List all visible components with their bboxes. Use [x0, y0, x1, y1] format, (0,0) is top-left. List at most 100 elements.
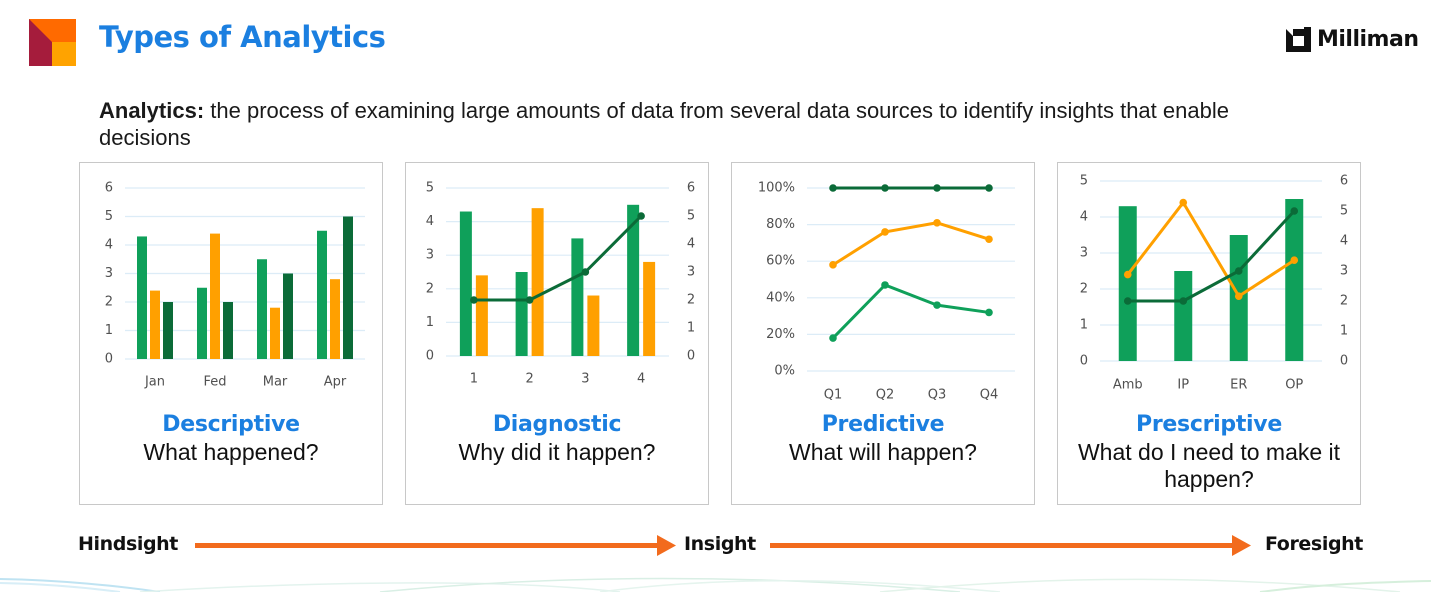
x-tick-label: Jan	[144, 375, 165, 390]
y-tick-label: 4	[426, 214, 434, 229]
y-tick-label: 5	[105, 209, 113, 224]
data-point	[637, 212, 645, 220]
y-tick-label: 1	[1080, 318, 1088, 333]
y2-tick-label: 6	[687, 181, 695, 196]
diagnostic-chart: 0 1 2 3 4 5 0 1 2 3 4 5 6 1 2 3 4	[426, 181, 695, 387]
data-point	[1179, 198, 1188, 207]
data-point	[933, 184, 941, 192]
y2-tick-label: 4	[687, 237, 695, 252]
data-point	[1123, 270, 1132, 279]
bar	[317, 230, 327, 359]
y2-tick-label: 0	[687, 349, 695, 364]
series-line	[473, 214, 643, 302]
y-tick-label: 5	[1080, 174, 1088, 189]
y-tick-label: 3	[426, 248, 434, 263]
analytics-type-name: Predictive	[821, 412, 945, 437]
data-point	[1290, 207, 1299, 215]
y-tick-label: 6	[105, 181, 113, 196]
descriptive-chart: 0 1 2 3 4 5 6 Jan Fed Mar Apr	[105, 181, 365, 390]
x-tick-label: 2	[525, 372, 533, 387]
y2-tick-label: 3	[1340, 264, 1348, 279]
bar	[270, 307, 280, 359]
y-tick-label: 1	[426, 315, 434, 330]
timeline-insight: Insight	[684, 533, 756, 555]
company-logo-icon	[29, 19, 76, 66]
bar	[257, 259, 267, 359]
bar	[1118, 206, 1137, 361]
data-point	[881, 228, 889, 236]
panel-descriptive: 0 1 2 3 4 5 6 Jan Fed Mar Apr Descriptive What hap…	[79, 162, 383, 505]
data-point	[985, 184, 993, 192]
predictive-chart: 0% 20% 40% 60% 80% 100% Q1 Q2 Q3 Q4	[758, 181, 1015, 403]
bar	[459, 211, 472, 356]
arrow-right-icon	[770, 535, 1251, 556]
y-tick-label: 0	[426, 349, 434, 364]
y-tick-label: 2	[426, 281, 434, 296]
data-point	[1234, 267, 1243, 275]
analytics-question: What will happen?	[789, 439, 977, 465]
y-tick-label: 0	[1080, 354, 1088, 369]
analytics-type-name: Descriptive	[162, 412, 300, 437]
x-tick-label: 4	[637, 372, 645, 387]
milliman-brand: Milliman	[1286, 27, 1419, 52]
data-point	[829, 184, 837, 192]
timeline-foresight: Foresight	[1265, 533, 1363, 555]
y-tick-label: 4	[1080, 210, 1088, 225]
bar	[330, 279, 340, 359]
data-point	[985, 235, 993, 244]
bar	[343, 216, 353, 359]
data-point	[933, 218, 941, 227]
series-line	[831, 283, 990, 340]
prescriptive-chart: 0 1 2 3 4 5 0 1 2 3 4 5 6 Amb IP ER OP	[1080, 174, 1348, 393]
bar	[587, 295, 600, 356]
x-tick-label: Q4	[980, 388, 999, 403]
bar	[571, 238, 584, 356]
definition-term: Analytics:	[99, 98, 205, 123]
panel-predictive: 0% 20% 40% 60% 80% 100% Q1 Q2 Q3 Q4 Predictive Wh…	[731, 162, 1035, 505]
analytics-type-name: Diagnostic	[492, 412, 622, 437]
bar	[210, 233, 220, 359]
y2-tick-label: 1	[1340, 324, 1348, 339]
y2-tick-label: 5	[687, 209, 695, 224]
data-point	[881, 184, 889, 192]
data-point	[829, 334, 837, 342]
data-point	[1234, 292, 1243, 300]
bar	[197, 287, 207, 359]
data-point	[525, 296, 534, 304]
y-tick-label: 4	[105, 238, 113, 253]
data-point	[829, 261, 837, 269]
panel-prescriptive: 0 1 2 3 4 5 0 1 2 3 4 5 6 Amb IP ER OP Prescriptive What…	[1057, 162, 1361, 505]
data-point	[581, 268, 590, 276]
x-tick-label: IP	[1177, 378, 1189, 393]
bar	[475, 275, 488, 356]
y-tick-label: 3	[105, 266, 113, 281]
analytics-question: What do I need to make it happen?	[1077, 439, 1341, 492]
decorative-swoosh	[0, 577, 1431, 592]
bar	[223, 302, 233, 359]
y-tick-label: 40%	[766, 290, 795, 305]
x-tick-label: OP	[1285, 378, 1303, 393]
bar	[1285, 199, 1304, 361]
y2-tick-label: 0	[1340, 354, 1348, 369]
data-point	[881, 281, 889, 289]
x-tick-label: Q1	[824, 388, 843, 403]
panel-diagnostic: 0 1 2 3 4 5 0 1 2 3 4 5 6 1 2 3 4 Diagnostic Why did it …	[405, 162, 709, 505]
data-point	[1123, 297, 1132, 305]
y-tick-label: 0%	[774, 364, 795, 379]
bar	[1174, 271, 1193, 361]
panel-caption: Descriptive What happened?	[80, 411, 382, 466]
x-tick-label: Q3	[928, 388, 947, 403]
arrow-right-icon	[195, 535, 676, 556]
panel-caption: Prescriptive What do I need to make it h…	[1058, 411, 1360, 493]
analytics-definition: Analytics: the process of examining larg…	[99, 97, 1249, 151]
y-tick-label: 3	[1080, 246, 1088, 261]
x-tick-label: Amb	[1113, 378, 1143, 393]
y2-tick-label: 1	[687, 321, 695, 336]
timeline-hindsight: Hindsight	[78, 533, 178, 555]
y2-tick-label: 5	[1340, 204, 1348, 219]
y-tick-label: 60%	[766, 254, 795, 269]
y-tick-label: 0	[105, 352, 113, 367]
y-tick-label: 80%	[766, 217, 795, 232]
y2-tick-label: 4	[1340, 234, 1348, 249]
analytics-type-name: Prescriptive	[1136, 412, 1282, 437]
